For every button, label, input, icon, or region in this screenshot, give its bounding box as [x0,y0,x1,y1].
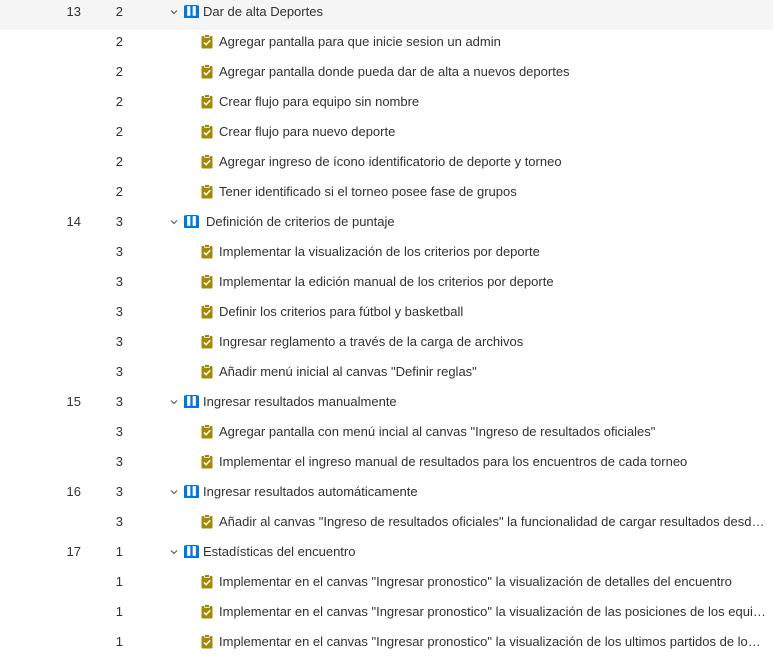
priority-value: 2 [115,124,123,139]
clipboard-check-icon [201,454,213,469]
priority-value: 2 [115,184,123,199]
clipboard-check-icon [201,364,213,379]
task-title[interactable]: Implementar en el canvas "Ingresar prono… [219,570,766,600]
clipboard-check-icon [201,64,213,79]
task-title[interactable]: Añadir menú inicial al canvas "Definir r… [219,360,766,390]
book-icon [184,545,199,558]
clipboard-check-icon [201,34,213,49]
chevron-down-icon[interactable] [168,396,180,408]
chevron-down-icon[interactable] [168,486,180,498]
task-row[interactable]: 3 Añadir al canvas "Ingreso de resultados… [0,510,773,540]
priority-value: 1 [115,574,123,589]
priority-value: 3 [115,244,123,259]
chevron-down-icon[interactable] [168,216,180,228]
task-title[interactable]: Crear flujo para nuevo deporte [219,120,766,150]
priority-value: 3 [115,424,123,439]
priority-value: 1 [115,544,123,559]
clipboard-check-icon [201,304,213,319]
story-row[interactable]: 15 3 Ingresar resultados manualmente [0,390,773,420]
work-item-id: 13 [66,4,81,19]
task-row[interactable]: 1 Implementar en el canvas "Ingresar pron… [0,630,773,660]
clipboard-check-icon [201,514,213,529]
priority-value: 3 [115,394,123,409]
chevron-down-icon[interactable] [168,546,180,558]
priority-value: 3 [115,334,123,349]
task-title[interactable]: Ingresar reglamento a través de la carga… [219,330,766,360]
story-row[interactable]: 13 2 Dar de alta Deportes [0,0,773,30]
priority-value: 3 [115,304,123,319]
task-row[interactable]: 3 Agregar pantalla con menú incial al can… [0,420,773,450]
clipboard-check-icon [201,604,213,619]
priority-value: 3 [115,214,123,229]
priority-value: 1 [115,634,123,649]
task-row[interactable]: 2 Agregar pantalla para que inicie sesion… [0,30,773,60]
task-row[interactable]: 3 Añadir menú inicial al canvas "Definir … [0,360,773,390]
story-row[interactable]: 16 3 Ingresar resultados automáticamente [0,480,773,510]
task-title[interactable]: Implementar el ingreso manual de resulta… [219,450,766,480]
clipboard-check-icon [201,94,213,109]
priority-value: 3 [115,274,123,289]
task-title[interactable]: Agregar pantalla con menú incial al canv… [219,420,766,450]
story-title[interactable]: Definición de criterios de puntaje [206,210,771,240]
task-row[interactable]: 3 Implementar el ingreso manual de result… [0,450,773,480]
priority-value: 2 [115,64,123,79]
task-title[interactable]: Tener identificado si el torneo posee fa… [219,180,766,210]
task-row[interactable]: 2 Agregar pantalla donde pueda dar de alt… [0,60,773,90]
story-title[interactable]: Ingresar resultados manualmente [203,390,768,420]
chevron-down-icon[interactable] [168,6,180,18]
task-title[interactable]: Añadir al canvas "Ingreso de resultados … [219,510,766,540]
priority-value: 2 [115,154,123,169]
book-icon [184,5,199,18]
story-row[interactable]: 17 1 Estadísticas del encuentro [0,540,773,570]
story-title[interactable]: Estadísticas del encuentro [203,540,768,570]
task-row[interactable]: 1 Implementar en el canvas "Ingresar pron… [0,570,773,600]
task-row[interactable]: 3 Ingresar reglamento a través de la carg… [0,330,773,360]
task-title[interactable]: Definir los criterios para fútbol y bask… [219,300,766,330]
story-row[interactable]: 14 3 Definición de criterios de puntaje [0,210,773,240]
clipboard-check-icon [201,574,213,589]
book-icon [184,485,199,498]
clipboard-check-icon [201,334,213,349]
task-title[interactable]: Implementar la visualización de los crit… [219,240,766,270]
story-title[interactable]: Ingresar resultados automáticamente [203,480,768,510]
book-icon [184,215,199,228]
task-row[interactable]: 2 Crear flujo para equipo sin nombre [0,90,773,120]
task-row[interactable]: 3 Implementar la visualización de los cri… [0,240,773,270]
clipboard-check-icon [201,274,213,289]
priority-value: 3 [115,364,123,379]
priority-value: 2 [115,4,123,19]
task-title[interactable]: Agregar ingreso de ícono identificatorio… [219,150,766,180]
task-row[interactable]: 2 Tener identificado si el torneo posee f… [0,180,773,210]
work-item-id: 16 [66,484,81,499]
clipboard-check-icon [201,634,213,649]
task-title[interactable]: Agregar pantalla donde pueda dar de alta… [219,60,766,90]
task-row[interactable]: 2 Crear flujo para nuevo deporte [0,120,773,150]
priority-value: 3 [115,454,123,469]
task-row[interactable]: 2 Agregar ingreso de ícono identificatori… [0,150,773,180]
task-row[interactable]: 3 Implementar la edición manual de los cr… [0,270,773,300]
clipboard-check-icon [201,154,213,169]
clipboard-check-icon [201,124,213,139]
work-item-id: 14 [66,214,81,229]
task-title[interactable]: Implementar en el canvas "Ingresar prono… [219,600,766,630]
task-title[interactable]: Crear flujo para equipo sin nombre [219,90,766,120]
task-row[interactable]: 1 Implementar en el canvas "Ingresar pron… [0,600,773,630]
story-title[interactable]: Dar de alta Deportes [203,0,768,30]
task-title[interactable]: Implementar la edición manual de los cri… [219,270,766,300]
priority-value: 3 [115,484,123,499]
clipboard-check-icon [201,184,213,199]
task-row[interactable]: 3 Definir los criterios para fútbol y bas… [0,300,773,330]
task-title[interactable]: Implementar en el canvas "Ingresar prono… [219,630,766,660]
priority-value: 3 [115,514,123,529]
priority-value: 2 [115,94,123,109]
priority-value: 2 [115,34,123,49]
clipboard-check-icon [201,424,213,439]
task-title[interactable]: Agregar pantalla para que inicie sesion … [219,30,766,60]
work-item-id: 15 [66,394,81,409]
work-item-id: 17 [66,544,81,559]
clipboard-check-icon [201,244,213,259]
book-icon [184,395,199,408]
priority-value: 1 [115,604,123,619]
